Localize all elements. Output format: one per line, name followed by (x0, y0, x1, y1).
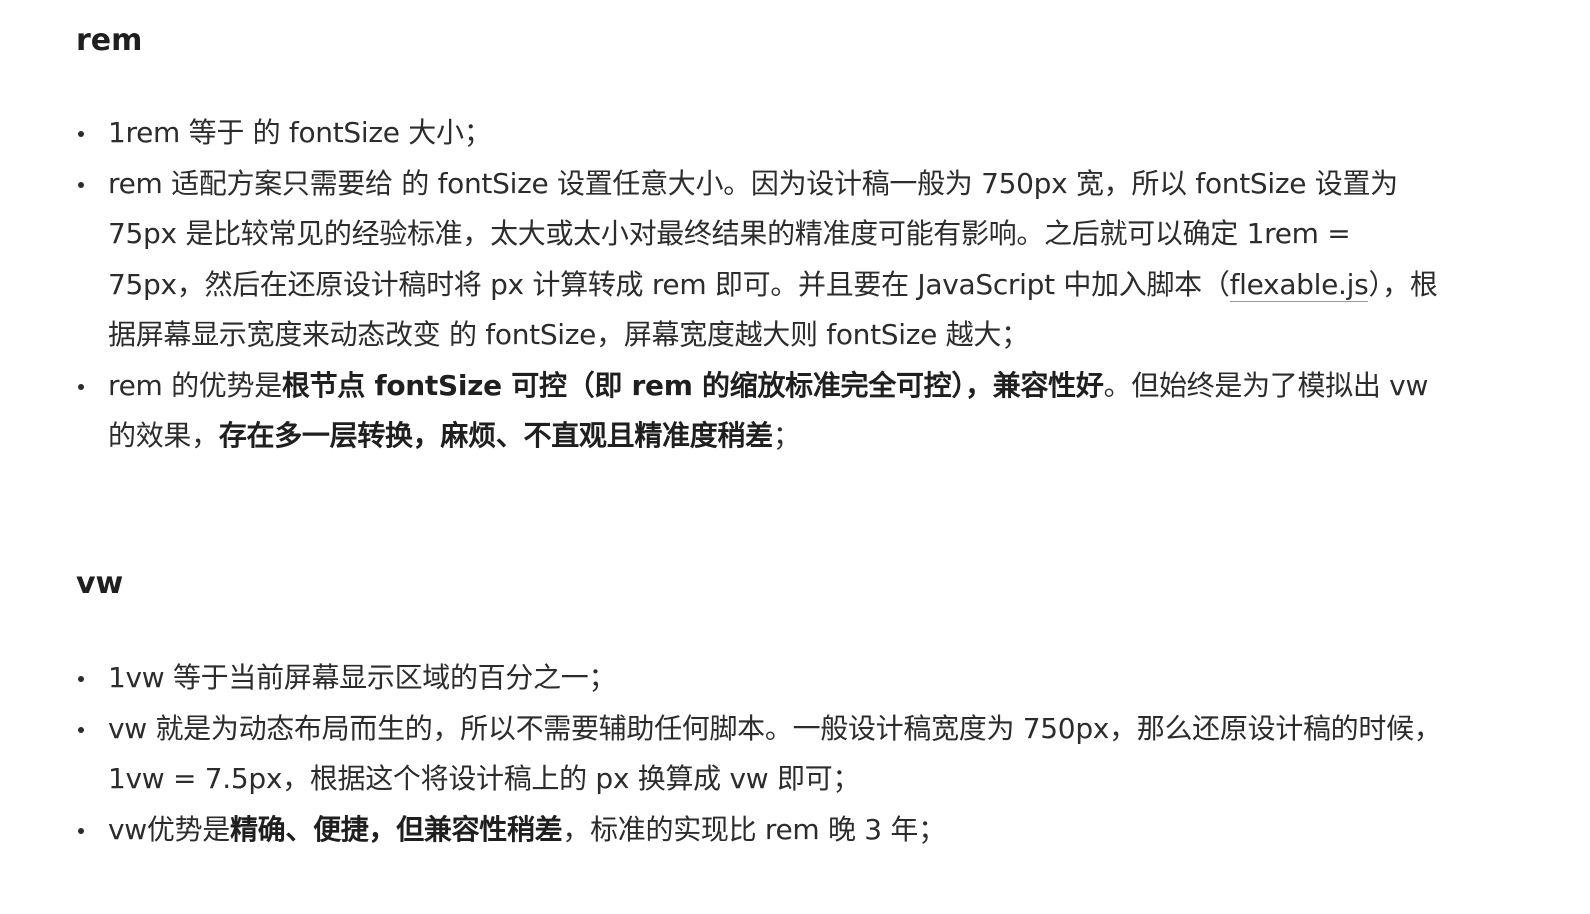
flexable-js-link[interactable]: flexable.js (1229, 267, 1369, 302)
rem-advantage-lead: rem 的优势是 (108, 368, 282, 402)
rem-item-definition: 1rem 等于 的 fontSize 大小； (78, 108, 1448, 159)
vw-item-dynamic-layout: vw 就是为动态布局而生的，所以不需要辅助任何脚本。一般设计稿宽度为 750px… (78, 704, 1448, 805)
rem-item-advantage: rem 的优势是根节点 fontSize 可控（即 rem 的缩放标准完全可控）… (78, 361, 1448, 462)
vw-bullet-list: 1vw 等于当前屏幕显示区域的百分之一； vw 就是为动态布局而生的，所以不需要… (0, 653, 1590, 855)
rem-item-adaptation: rem 适配方案只需要给 的 fontSize 设置任意大小。因为设计稿一般为 … (78, 159, 1448, 361)
rem-item-definition-text: 1rem 等于 的 fontSize 大小； (108, 116, 492, 149)
vw-item-definition-text: 1vw 等于当前屏幕显示区域的百分之一； (108, 661, 617, 694)
rem-drawback-bold: 存在多一层转换，麻烦、不直观且精准度稍差 (218, 419, 773, 452)
rem-heading: rem (76, 23, 143, 58)
vw-heading: vw (76, 566, 124, 601)
rem-bullet-list: 1rem 等于 的 fontSize 大小； rem 适配方案只需要给 的 fo… (0, 108, 1590, 462)
rem-advantage-bold: 根节点 fontSize 可控（即 rem 的缩放标准完全可控），兼容性好 (281, 368, 1104, 402)
vw-advantage-lead: vw优势是 (108, 812, 230, 846)
document-page: rem 1rem 等于 的 fontSize 大小； rem 适配方案只需要给 … (0, 0, 1590, 914)
rem-section: rem 1rem 等于 的 fontSize 大小； rem 适配方案只需要给 … (0, 14, 1590, 462)
vw-section: vw 1vw 等于当前屏幕显示区域的百分之一； vw 就是为动态布局而生的，所以… (0, 557, 1590, 855)
vw-item-dynamic-layout-text: vw 就是为动态布局而生的，所以不需要辅助任何脚本。一般设计稿宽度为 750px… (108, 711, 1442, 796)
rem-advantage-end: ； (772, 419, 801, 452)
vw-item-advantage: vw优势是精确、便捷，但兼容性稍差，标准的实现比 rem 晚 3 年； (78, 805, 1448, 856)
vw-advantage-bold: 精确、便捷，但兼容性稍差 (229, 812, 563, 846)
vw-advantage-end: ，标准的实现比 rem 晚 3 年； (562, 812, 946, 846)
rem-item-adaptation-text: rem 适配方案只需要给 的 fontSize 设置任意大小。因为设计稿一般为 … (108, 166, 1398, 301)
vw-item-definition: 1vw 等于当前屏幕显示区域的百分之一； (78, 653, 1448, 704)
